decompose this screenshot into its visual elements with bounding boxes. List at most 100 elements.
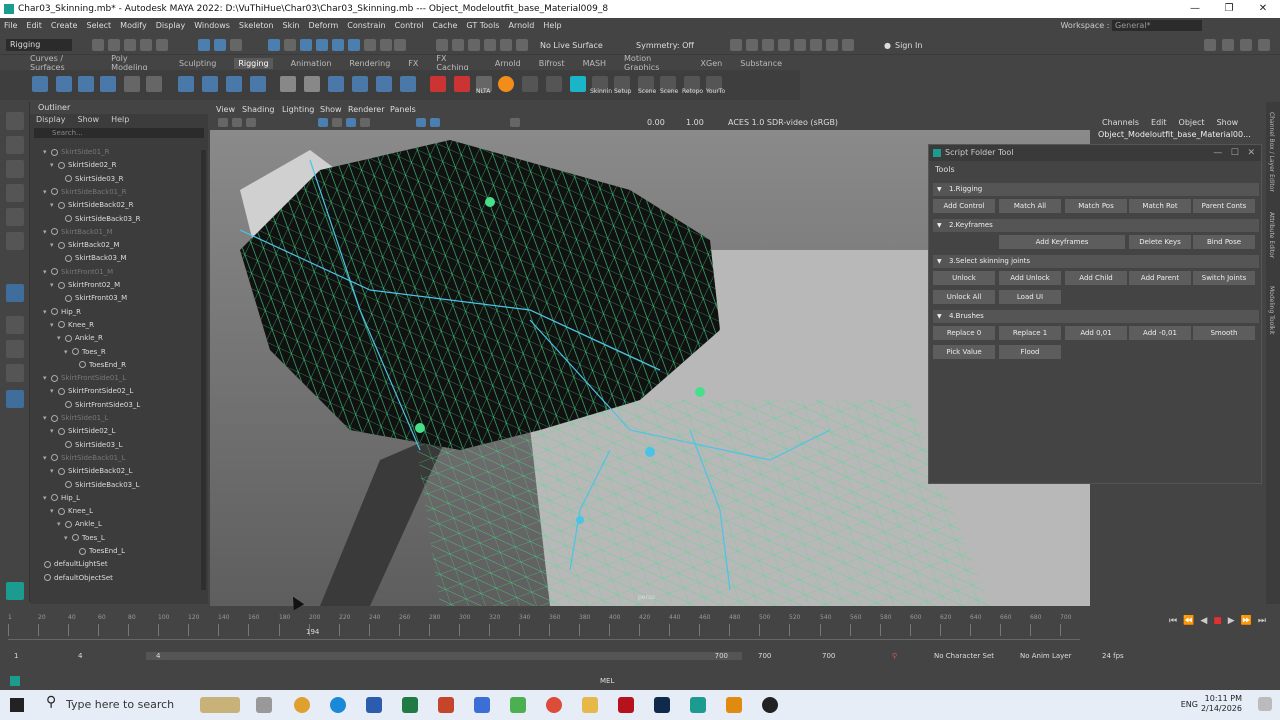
outliner-item[interactable]: SkirtSide03_R [57, 175, 123, 188]
goto-start-button[interactable]: ⏮ [1169, 616, 1177, 626]
move-tool-icon[interactable] [6, 184, 24, 202]
outliner-item[interactable]: ▾ Knee_R [50, 321, 94, 334]
tool-button[interactable]: Match Rot [1129, 199, 1191, 213]
shelf-tab-fx[interactable]: FX [408, 59, 418, 68]
wechat-icon[interactable] [510, 697, 526, 713]
outliner-item[interactable]: ▾ SkirtSide02_R [50, 161, 116, 174]
section-header[interactable]: 1.Rigging [933, 183, 1259, 196]
symmetry-label[interactable]: Symmetry: Off [636, 41, 694, 50]
expand-arrow-icon[interactable]: ▾ [50, 241, 56, 249]
menu-modify[interactable]: Modify [120, 21, 147, 30]
render-frame-icon[interactable] [730, 39, 742, 51]
smooth-shade-icon[interactable] [332, 118, 342, 127]
shelf-tab-mash[interactable]: MASH [583, 59, 606, 68]
outliner-item[interactable]: SkirtBack03_M [57, 254, 127, 267]
viewport-menu-view[interactable]: View [216, 105, 235, 114]
outliner-item[interactable]: ▾ SkirtSide02_L [50, 427, 116, 440]
section-header[interactable]: 3.Select skinning joints [933, 255, 1259, 268]
taskbar-clock[interactable]: 10:11 PM 2/14/2026 [1201, 694, 1242, 714]
windows-start-icon[interactable] [10, 698, 24, 712]
tool-button[interactable]: Load UI [999, 290, 1061, 304]
script-5-icon[interactable] [498, 76, 514, 92]
snap-surface-icon[interactable] [500, 39, 512, 51]
outliner-menu-display[interactable]: Display [36, 114, 66, 126]
wrap-icon[interactable] [250, 76, 266, 92]
bookmark-icon[interactable] [232, 118, 242, 127]
select-tool-icon[interactable] [6, 112, 24, 130]
minimize-button[interactable]: — [1178, 0, 1212, 18]
scene-start-field[interactable]: 1 [14, 652, 18, 660]
scale-tool-icon[interactable] [6, 232, 24, 250]
outliner-item[interactable]: ▾ Toes_L [64, 534, 105, 547]
stop-button[interactable]: ■ [1213, 616, 1222, 626]
menu-display[interactable]: Display [156, 21, 186, 30]
maya-taskbar-icon[interactable] [690, 697, 706, 713]
viewport-menu-show[interactable]: Show [320, 105, 342, 114]
outliner-item[interactable]: defaultObjectSet [36, 574, 113, 587]
select-by-render-icon[interactable] [364, 39, 376, 51]
outliner-scrollbar[interactable] [201, 150, 206, 590]
outliner-item[interactable]: ▾ SkirtFrontSide02_L [50, 387, 133, 400]
range-bar[interactable]: 4 700 [146, 652, 742, 660]
expand-arrow-icon[interactable]: ▾ [43, 228, 49, 236]
menu-edit[interactable]: Edit [26, 21, 42, 30]
scene-end-field[interactable]: 700 [822, 652, 835, 660]
tool-button[interactable]: Replace 0 [933, 326, 995, 340]
tool-button[interactable]: Add Unlock [999, 271, 1061, 285]
play-backward-button[interactable]: ◀ [1200, 616, 1207, 626]
goto-end-button[interactable]: ⏭ [1258, 616, 1266, 626]
paint-select-tool-icon[interactable] [6, 160, 24, 178]
channel-box-icon[interactable] [1258, 39, 1270, 51]
script-tool-window-controls[interactable]: — ☐ ✕ [1213, 145, 1255, 161]
expand-arrow-icon[interactable]: ▾ [43, 188, 49, 196]
quick-rig-icon[interactable] [454, 76, 470, 92]
viewport-menu-panels[interactable]: Panels [390, 105, 416, 114]
locator-icon[interactable] [280, 76, 296, 92]
tool-button[interactable]: Add 0,01 [1065, 326, 1127, 340]
expand-arrow-icon[interactable]: ▾ [64, 534, 70, 542]
powerpoint-icon[interactable] [438, 697, 454, 713]
outliner-item[interactable]: ▾ SkirtSideBack01_R [43, 188, 126, 201]
select-by-surface-icon[interactable] [300, 39, 312, 51]
outliner-pane-icon[interactable] [6, 364, 24, 382]
menu-select[interactable]: Select [86, 21, 111, 30]
menu-create[interactable]: Create [51, 21, 78, 30]
select-by-deformer-icon[interactable] [332, 39, 344, 51]
viewport-menu-renderer[interactable]: Renderer [348, 105, 385, 114]
maximize-button[interactable]: ❐ [1212, 0, 1246, 18]
create-joint-icon[interactable] [32, 76, 48, 92]
tool-button[interactable]: Flood [999, 345, 1061, 359]
open-scene-icon[interactable] [108, 39, 120, 51]
menu-help[interactable]: Help [543, 21, 561, 30]
lattice-icon[interactable] [202, 76, 218, 92]
tool-settings-icon[interactable] [1240, 39, 1252, 51]
section-header[interactable]: 4.Brushes [933, 310, 1259, 323]
chrome-icon[interactable] [546, 697, 562, 713]
sign-in-link[interactable]: Sign In [895, 41, 922, 50]
menu-windows[interactable]: Windows [194, 21, 230, 30]
outliner-item[interactable]: ToesEnd_L [71, 547, 125, 560]
tool-button[interactable]: Add Keyframes [999, 235, 1125, 249]
expand-arrow-icon[interactable]: ▾ [50, 281, 56, 289]
cluster-icon[interactable] [178, 76, 194, 92]
time-slider[interactable]: 1 20 40 60 80 100 120 140 160 180 200 220 240 260 280 3… [0, 606, 1280, 646]
expand-arrow-icon[interactable]: ▾ [43, 268, 49, 276]
menu-file[interactable]: File [4, 21, 17, 30]
outliner-item[interactable]: SkirtFront03_M [57, 294, 127, 307]
textured-icon[interactable] [360, 118, 370, 127]
tab-modeling-toolkit[interactable]: Modeling Toolkit [1268, 286, 1275, 334]
joint-marker[interactable] [485, 197, 495, 207]
outliner-item[interactable]: defaultLightSet [36, 560, 108, 573]
isolate-select-icon[interactable] [510, 118, 520, 127]
expand-arrow-icon[interactable]: ▾ [43, 374, 49, 382]
menu-arnold[interactable]: Arnold [508, 21, 534, 30]
tool-button[interactable]: Smooth [1193, 326, 1255, 340]
notifications-icon[interactable] [1258, 697, 1272, 711]
expand-arrow-icon[interactable]: ▾ [50, 201, 56, 209]
outliner-item[interactable]: ▾ SkirtFront02_M [50, 281, 120, 294]
playback-end-field[interactable]: 700 [758, 652, 771, 660]
undo-icon[interactable] [140, 39, 152, 51]
expand-arrow-icon[interactable]: ▾ [57, 334, 63, 342]
tool-button[interactable]: Add Child [1065, 271, 1127, 285]
expand-arrow-icon[interactable]: ▾ [57, 520, 63, 528]
